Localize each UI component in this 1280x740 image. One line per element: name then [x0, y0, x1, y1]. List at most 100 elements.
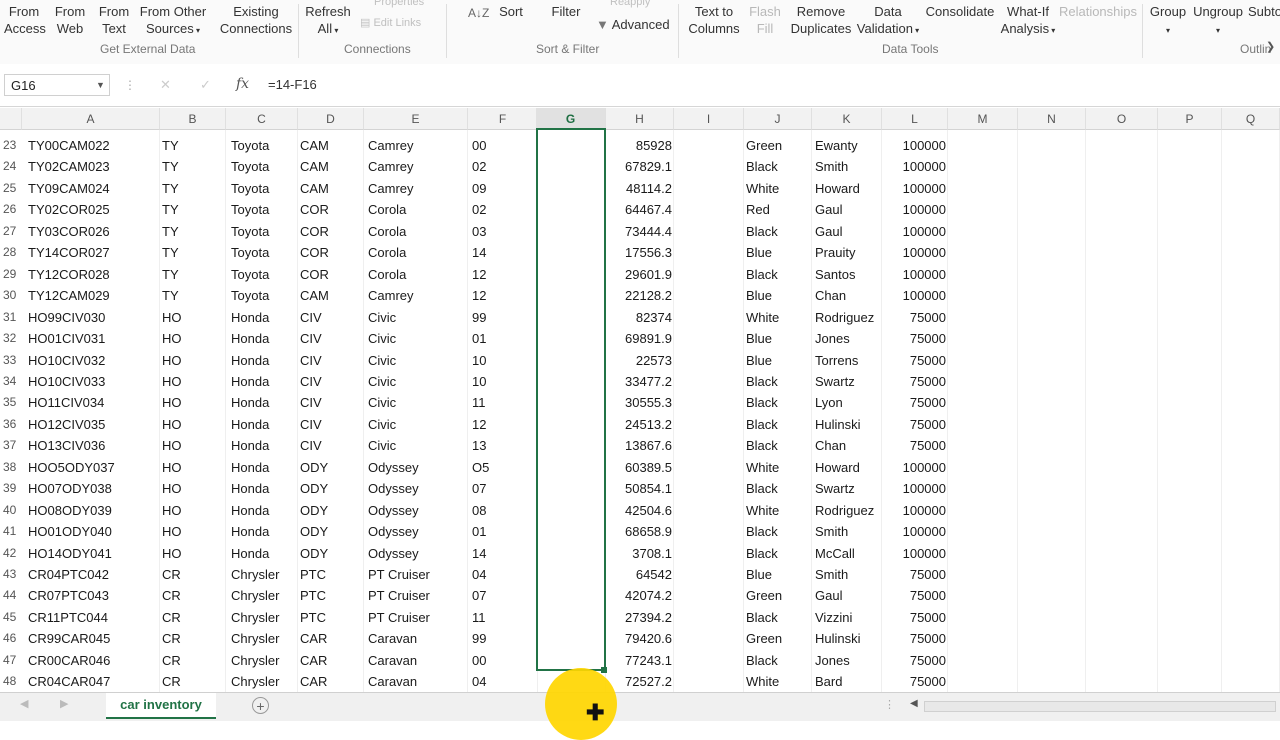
cell-l[interactable]: 75000	[882, 307, 946, 328]
dialog-launcher-icon[interactable]: ❯	[1266, 40, 1275, 53]
column-header-e[interactable]: E	[364, 108, 468, 130]
cell-k[interactable]: Smith	[815, 521, 887, 542]
row-header[interactable]: 43	[0, 564, 22, 585]
cell-d[interactable]: ODY	[300, 521, 360, 542]
row-header[interactable]: 34	[0, 371, 22, 392]
cell-l[interactable]: 100000	[882, 156, 946, 177]
cell-e[interactable]: Corola	[368, 242, 468, 263]
cell-h[interactable]: 27394.2	[606, 607, 672, 628]
cell-f[interactable]: 00	[472, 135, 532, 156]
cell-j[interactable]: Blue	[746, 564, 812, 585]
cell-d[interactable]: COR	[300, 221, 360, 242]
cell-a[interactable]: HO14ODY041	[28, 543, 138, 564]
cell-h[interactable]: 85928	[606, 135, 672, 156]
row-header[interactable]: 38	[0, 457, 22, 478]
cell-e[interactable]: Civic	[368, 350, 468, 371]
row-header[interactable]: 33	[0, 350, 22, 371]
cell-k[interactable]: Rodriguez	[815, 500, 887, 521]
filter-button[interactable]: Filter	[550, 3, 582, 20]
cell-h[interactable]: 82374	[606, 307, 672, 328]
flash-fill-button[interactable]: Flash Fill	[748, 3, 782, 37]
group-button[interactable]: Group ▾	[1148, 3, 1188, 39]
cell-k[interactable]: Swartz	[815, 371, 887, 392]
sort-az-icon[interactable]: A↓Z	[468, 6, 489, 20]
cell-h[interactable]: 30555.3	[606, 392, 672, 413]
cell-c[interactable]: Toyota	[231, 156, 301, 177]
from-text-button[interactable]: From Text	[96, 3, 132, 37]
cell-j[interactable]: Blue	[746, 242, 812, 263]
sort-button[interactable]: Sort	[496, 3, 526, 20]
cell-h[interactable]: 77243.1	[606, 650, 672, 671]
cell-k[interactable]: Howard	[815, 457, 887, 478]
cell-b[interactable]: TY	[162, 178, 202, 199]
cell-f[interactable]: 10	[472, 350, 532, 371]
cell-e[interactable]: Corola	[368, 199, 468, 220]
cell-l[interactable]: 100000	[882, 135, 946, 156]
text-to-columns-button[interactable]: Text to Columns	[686, 3, 742, 37]
cell-k[interactable]: Jones	[815, 650, 887, 671]
cell-c[interactable]: Chrysler	[231, 628, 301, 649]
data-validation-button[interactable]: Data Validation ▾	[852, 3, 924, 39]
cell-j[interactable]: Black	[746, 650, 812, 671]
cell-e[interactable]: Caravan	[368, 628, 468, 649]
cell-e[interactable]: Camrey	[368, 135, 468, 156]
enter-icon[interactable]: ✓	[200, 74, 211, 96]
cell-f[interactable]: 99	[472, 307, 532, 328]
cell-j[interactable]: Black	[746, 371, 812, 392]
cell-b[interactable]: HO	[162, 371, 202, 392]
cell-a[interactable]: TY00CAM022	[28, 135, 138, 156]
cell-l[interactable]: 100000	[882, 221, 946, 242]
cell-f[interactable]: 02	[472, 199, 532, 220]
from-web-button[interactable]: From Web	[52, 3, 88, 37]
cell-k[interactable]: Bard	[815, 671, 887, 692]
cell-f[interactable]: 12	[472, 414, 532, 435]
cell-d[interactable]: PTC	[300, 564, 360, 585]
cell-c[interactable]: Toyota	[231, 221, 301, 242]
column-header-j[interactable]: J	[744, 108, 812, 130]
cell-d[interactable]: CAM	[300, 135, 360, 156]
subtotal-button[interactable]: Subto	[1248, 3, 1280, 20]
cell-f[interactable]: 09	[472, 178, 532, 199]
name-box[interactable]: G16	[4, 74, 110, 96]
cell-e[interactable]: Camrey	[368, 285, 468, 306]
cell-e[interactable]: Odyssey	[368, 457, 468, 478]
cell-h[interactable]: 64542	[606, 564, 672, 585]
cell-c[interactable]: Honda	[231, 328, 301, 349]
cell-c[interactable]: Honda	[231, 414, 301, 435]
cell-k[interactable]: McCall	[815, 543, 887, 564]
row-header[interactable]: 25	[0, 178, 22, 199]
cell-k[interactable]: Lyon	[815, 392, 887, 413]
cell-a[interactable]: HO07ODY038	[28, 478, 138, 499]
cell-b[interactable]: TY	[162, 264, 202, 285]
scroll-left-icon[interactable]: ◀	[910, 698, 918, 709]
cell-a[interactable]: CR99CAR045	[28, 628, 138, 649]
cell-h[interactable]: 42504.6	[606, 500, 672, 521]
cell-b[interactable]: TY	[162, 156, 202, 177]
cell-c[interactable]: Chrysler	[231, 671, 301, 692]
cell-j[interactable]: Green	[746, 585, 812, 606]
cell-h[interactable]: 22573	[606, 350, 672, 371]
cell-a[interactable]: HO13CIV036	[28, 435, 138, 456]
cell-k[interactable]: Smith	[815, 156, 887, 177]
cell-c[interactable]: Honda	[231, 392, 301, 413]
cell-j[interactable]: Black	[746, 221, 812, 242]
cell-c[interactable]: Honda	[231, 457, 301, 478]
cell-j[interactable]: Black	[746, 414, 812, 435]
cell-l[interactable]: 100000	[882, 264, 946, 285]
row-header[interactable]: 35	[0, 392, 22, 413]
cell-c[interactable]: Honda	[231, 350, 301, 371]
cell-h[interactable]: 29601.9	[606, 264, 672, 285]
cell-j[interactable]: Red	[746, 199, 812, 220]
cell-k[interactable]: Rodriguez	[815, 307, 887, 328]
cell-c[interactable]: Toyota	[231, 242, 301, 263]
row-header[interactable]: 44	[0, 585, 22, 606]
cell-e[interactable]: PT Cruiser	[368, 564, 468, 585]
what-if-analysis-button[interactable]: What-If Analysis ▾	[1000, 3, 1056, 39]
row-header[interactable]: 39	[0, 478, 22, 499]
cell-h[interactable]: 60389.5	[606, 457, 672, 478]
cell-b[interactable]: CR	[162, 628, 202, 649]
column-header-a[interactable]: A	[22, 108, 160, 130]
cell-d[interactable]: ODY	[300, 457, 360, 478]
cell-k[interactable]: Vizzini	[815, 607, 887, 628]
row-header[interactable]: 40	[0, 500, 22, 521]
